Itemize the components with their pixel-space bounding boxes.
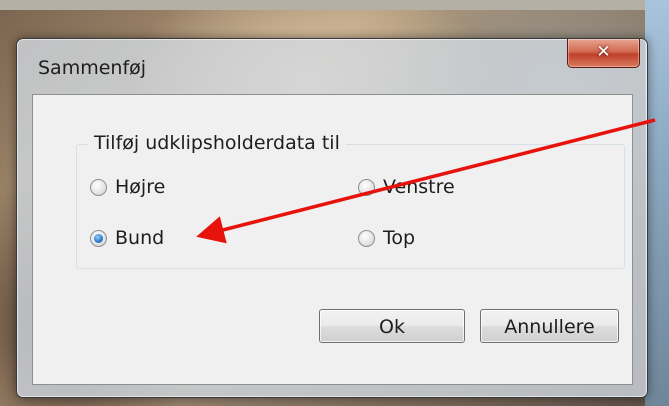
dialog-client-area: Tilføj udklipsholderdata til Højre Venst…: [32, 94, 633, 385]
radio-hojre[interactable]: Højre: [90, 176, 165, 198]
append-target-group: [76, 144, 625, 269]
dialog-title: Sammenføj: [38, 57, 147, 79]
ok-button[interactable]: Ok: [319, 309, 465, 343]
radio-top[interactable]: Top: [358, 227, 415, 249]
radio-bund-indicator[interactable]: [90, 229, 107, 247]
radio-venstre-indicator[interactable]: [358, 178, 375, 196]
radio-venstre-label: Venstre: [383, 176, 455, 198]
radio-top-label: Top: [383, 227, 416, 249]
radio-venstre[interactable]: Venstre: [358, 176, 455, 198]
desktop-background-top: [0, 0, 669, 10]
radio-bund[interactable]: Bund: [90, 227, 164, 249]
group-title: Tilføj udklipsholderdata til: [88, 132, 346, 154]
radio-bund-label: Bund: [115, 227, 165, 249]
cancel-button[interactable]: Annullere: [480, 309, 619, 343]
radio-hojre-label: Højre: [115, 176, 166, 198]
desktop-background-strip: [645, 0, 669, 406]
radio-top-indicator[interactable]: [358, 229, 375, 247]
radio-hojre-indicator[interactable]: [90, 178, 107, 196]
close-icon: ✕: [596, 42, 611, 62]
close-button[interactable]: ✕: [567, 39, 640, 68]
